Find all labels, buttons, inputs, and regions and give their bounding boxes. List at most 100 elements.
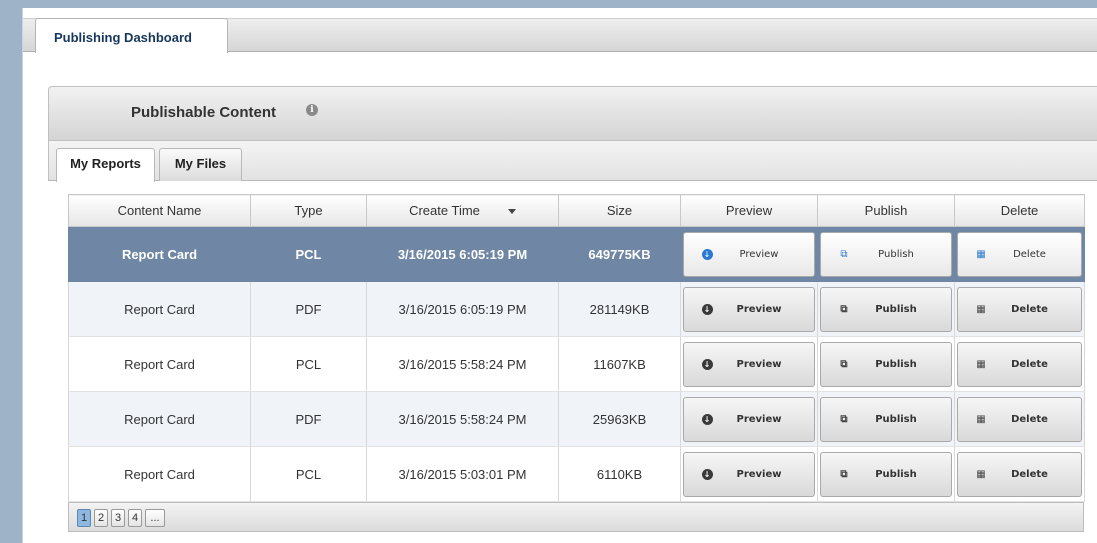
- panel-title: Publishable Content: [131, 104, 277, 121]
- column-header-size[interactable]: Size: [558, 194, 681, 227]
- delete-button[interactable]: ▦ Delete: [957, 231, 1082, 277]
- preview-button[interactable]: ↓ Preview: [683, 451, 815, 497]
- cell-type: PCL: [250, 226, 367, 282]
- cell-create-time: 3/16/2015 6:05:19 PM: [366, 281, 559, 337]
- cell-create-time: 3/16/2015 5:58:24 PM: [366, 336, 559, 392]
- delete-button[interactable]: ▦ Delete: [957, 286, 1082, 332]
- table-row[interactable]: Report Card PCL 3/16/2015 5:03:01 PM 6110KB…: [68, 446, 1085, 502]
- header-row: Content Name Type Create Time Size Previ…: [68, 194, 1085, 227]
- delete-button-label: Delete: [1011, 303, 1048, 315]
- preview-button-label: Preview: [736, 303, 782, 315]
- trash-icon: ▦: [976, 413, 986, 425]
- publish-button-label: Publish: [875, 303, 917, 315]
- preview-button[interactable]: ↓ Preview: [683, 341, 815, 387]
- cell-delete: ▦ Delete: [954, 446, 1085, 502]
- download-circle-icon: ↓: [696, 413, 718, 425]
- table-row[interactable]: Report Card PDF 3/16/2015 6:05:19 PM 281149…: [68, 281, 1085, 337]
- cell-create-time: 3/16/2015 6:05:19 PM: [366, 226, 559, 282]
- delete-button-label: Delete: [1011, 468, 1048, 480]
- preview-button-label: Preview: [739, 248, 779, 260]
- delete-button-label: Delete: [1011, 413, 1048, 425]
- page-button-3[interactable]: 3: [111, 509, 125, 527]
- cell-create-time: 3/16/2015 5:03:01 PM: [366, 446, 559, 502]
- preview-button-label: Preview: [736, 413, 782, 425]
- cell-type: PCL: [250, 446, 367, 502]
- page-button-4[interactable]: 4: [128, 509, 142, 527]
- top-border: [0, 0, 1097, 8]
- cell-delete: ▦ Delete: [954, 226, 1085, 282]
- sort-down-icon: [507, 209, 516, 215]
- pager: 1 2 3 4 ...: [68, 502, 1084, 532]
- cell-size: 649775KB: [558, 226, 681, 282]
- table-row[interactable]: Report Card PDF 3/16/2015 5:58:24 PM 25963K…: [68, 391, 1085, 447]
- delete-button[interactable]: ▦ Delete: [957, 451, 1082, 497]
- cell-content-name: Report Card: [68, 281, 251, 337]
- table-row[interactable]: Report Card PCL 3/16/2015 6:05:19 PM 649775…: [68, 226, 1085, 282]
- cell-size: 25963KB: [558, 391, 681, 447]
- cell-publish: ⧉ Publish: [817, 281, 955, 337]
- publish-button[interactable]: ⧉ Publish: [820, 396, 952, 442]
- page-button-1[interactable]: 1: [77, 509, 91, 527]
- column-header-delete: Delete: [954, 194, 1085, 227]
- panel-header: Publishable Content i: [48, 86, 1097, 141]
- cell-delete: ▦ Delete: [954, 336, 1085, 392]
- tab-publishing-dashboard[interactable]: Publishing Dashboard: [35, 18, 228, 53]
- cell-content-name: Report Card: [68, 336, 251, 392]
- preview-button-label: Preview: [736, 468, 782, 480]
- column-header-preview: Preview: [680, 194, 818, 227]
- left-border: [0, 8, 22, 543]
- cell-size: 6110KB: [558, 446, 681, 502]
- trash-icon: ▦: [976, 468, 986, 480]
- column-header-create-time-label: Create Time: [409, 203, 480, 218]
- cell-size: 281149KB: [558, 281, 681, 337]
- publish-button[interactable]: ⧉ Publish: [820, 231, 952, 277]
- copy-icon: ⧉: [840, 303, 848, 315]
- page-button-more[interactable]: ...: [145, 509, 165, 527]
- publish-button[interactable]: ⧉ Publish: [820, 286, 952, 332]
- tab-my-files[interactable]: My Files: [159, 148, 242, 181]
- cell-type: PDF: [250, 391, 367, 447]
- cell-preview: ↓ Preview: [680, 336, 818, 392]
- left-divider: [22, 8, 23, 543]
- cell-publish: ⧉ Publish: [817, 446, 955, 502]
- publish-button[interactable]: ⧉ Publish: [820, 341, 952, 387]
- cell-delete: ▦ Delete: [954, 391, 1085, 447]
- cell-preview: ↓ Preview: [680, 446, 818, 502]
- delete-button-label: Delete: [1011, 358, 1048, 370]
- info-icon[interactable]: i: [306, 104, 318, 116]
- copy-icon: ⧉: [840, 358, 848, 370]
- page-button-2[interactable]: 2: [94, 509, 108, 527]
- cell-publish: ⧉ Publish: [817, 391, 955, 447]
- trash-icon: ▦: [976, 303, 986, 315]
- trash-icon: ▦: [976, 358, 986, 370]
- cell-delete: ▦ Delete: [954, 281, 1085, 337]
- download-circle-icon: ↓: [696, 358, 718, 370]
- delete-button[interactable]: ▦ Delete: [957, 396, 1082, 442]
- preview-button[interactable]: ↓ Preview: [683, 231, 815, 277]
- delete-button[interactable]: ▦ Delete: [957, 341, 1082, 387]
- copy-icon: ⧉: [840, 413, 848, 425]
- cell-preview: ↓ Preview: [680, 391, 818, 447]
- column-header-content-name[interactable]: Content Name: [68, 194, 251, 227]
- column-header-create-time[interactable]: Create Time: [366, 194, 559, 227]
- column-header-type[interactable]: Type: [250, 194, 367, 227]
- cell-content-name: Report Card: [68, 226, 251, 282]
- cell-type: PCL: [250, 336, 367, 392]
- delete-button-label: Delete: [1013, 248, 1046, 260]
- cell-content-name: Report Card: [68, 391, 251, 447]
- cell-size: 11607KB: [558, 336, 681, 392]
- cell-preview: ↓ Preview: [680, 281, 818, 337]
- download-circle-icon: ↓: [696, 303, 718, 315]
- cell-type: PDF: [250, 281, 367, 337]
- publish-button-label: Publish: [878, 248, 914, 260]
- publish-button[interactable]: ⧉ Publish: [820, 451, 952, 497]
- publish-button-label: Publish: [875, 358, 917, 370]
- table-row[interactable]: Report Card PCL 3/16/2015 5:58:24 PM 11607K…: [68, 336, 1085, 392]
- preview-button[interactable]: ↓ Preview: [683, 286, 815, 332]
- tab-my-reports[interactable]: My Reports: [56, 148, 155, 182]
- preview-button[interactable]: ↓ Preview: [683, 396, 815, 442]
- tab-publishing-dashboard-label: Publishing Dashboard: [54, 30, 192, 45]
- trash-icon: ▦: [976, 248, 986, 260]
- download-circle-icon: ↓: [696, 468, 718, 480]
- publish-button-label: Publish: [875, 468, 917, 480]
